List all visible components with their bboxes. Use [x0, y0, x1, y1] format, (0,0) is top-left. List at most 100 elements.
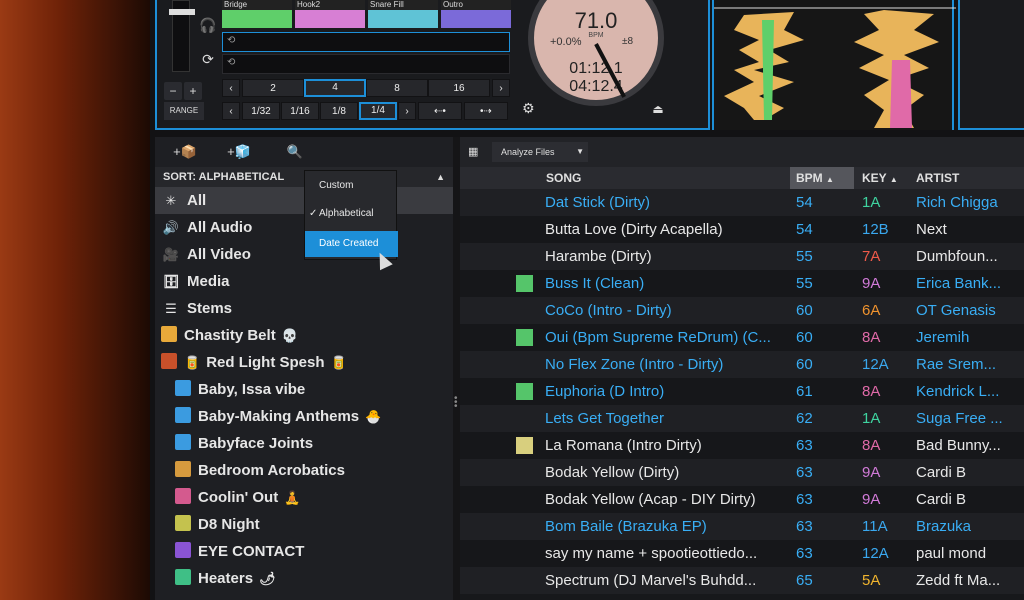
- crate-box-icon: [161, 326, 177, 342]
- track-color-marker: [516, 275, 533, 292]
- search-icon[interactable]: 🔍: [275, 140, 315, 164]
- crate-item[interactable]: Babyface Joints: [155, 430, 453, 457]
- table-row[interactable]: Buss It (Clean) 55 9A Erica Bank...: [460, 270, 1024, 297]
- track-key: 8A: [862, 383, 881, 400]
- pitch-minus-button[interactable]: −: [164, 82, 182, 100]
- saved-loop-slot-2[interactable]: ⟲: [222, 54, 510, 74]
- table-row[interactable]: Oui (Bpm Supreme ReDrum) (C... 60 8A Jeremi…: [460, 324, 1024, 351]
- track-song: Butta Love (Dirty Acapella): [545, 221, 723, 238]
- table-row[interactable]: Dat Stick (Dirty) 54 1A Rich Chigga: [460, 189, 1024, 216]
- track-artist: Rae Srem...: [916, 356, 997, 373]
- table-row[interactable]: Bodak Yellow (Dirty) 63 9A Cardi B: [460, 459, 1024, 486]
- table-row[interactable]: Bodak Yellow (Acap - DIY Dirty) 63 9A Cardi…: [460, 486, 1024, 513]
- pitch-plus-button[interactable]: +: [184, 82, 202, 100]
- sort-option-custom[interactable]: Custom: [305, 173, 398, 199]
- track-song: Oui (Bpm Supreme ReDrum) (C...: [545, 329, 771, 346]
- loop-size-2[interactable]: 2: [242, 79, 304, 97]
- table-row[interactable]: Harambe (Dirty) 55 7A Dumbfoun...: [460, 243, 1024, 270]
- saved-loop-slot-1[interactable]: ⟲: [222, 32, 510, 52]
- table-row[interactable]: La Romana (Intro Dirty) 63 8A Bad Bunny...: [460, 432, 1024, 459]
- pitch-fader[interactable]: [169, 0, 195, 72]
- platter-remaining-time: 04:12.4: [569, 78, 623, 95]
- beatjump-forward-button[interactable]: •⇢: [464, 102, 508, 120]
- track-key: 6A: [862, 302, 881, 319]
- beat-size-1-4[interactable]: 1/4: [359, 102, 397, 120]
- hotcue-4[interactable]: Outro: [441, 0, 511, 30]
- crate-item[interactable]: 🥫 Red Light Spesh 🥫: [155, 349, 453, 376]
- range-button[interactable]: RANGE: [164, 102, 204, 120]
- beat-size-1-8[interactable]: 1/8: [320, 102, 358, 120]
- table-row[interactable]: say my name + spootieottiedo... 63 12A paul…: [460, 540, 1024, 567]
- loop-size-next-button[interactable]: ›: [492, 79, 510, 97]
- track-bpm: 63: [796, 464, 813, 481]
- skull-icon: 💀: [281, 328, 298, 343]
- crate-item[interactable]: Baby, Issa vibe: [155, 376, 453, 403]
- column-bpm[interactable]: BPM ▲: [790, 167, 854, 189]
- track-panel: ▦ Analyze Files ▼ SONG BPM ▲ KEY ▲ ARTIS…: [460, 137, 1024, 600]
- crate-item[interactable]: Coolin' Out 🧘: [155, 484, 453, 511]
- platter[interactable]: 71.0 BPM +0.0% ±8 01:12.1 04:12.4: [528, 0, 664, 106]
- column-artist[interactable]: ARTIST: [910, 167, 1024, 189]
- eject-icon[interactable]: ⏏: [648, 102, 668, 120]
- loop-size-8[interactable]: 8: [366, 79, 428, 97]
- chevron-down-icon[interactable]: ▼: [576, 142, 584, 162]
- track-bpm: 62: [796, 410, 813, 427]
- sort-label: SORT: ALPHABETICAL: [163, 171, 285, 183]
- column-key[interactable]: KEY ▲: [856, 167, 910, 189]
- crate-item[interactable]: Bedroom Acrobatics: [155, 457, 453, 484]
- waveform-display: [712, 0, 956, 130]
- track-key: 9A: [862, 275, 881, 292]
- table-row[interactable]: CoCo (Intro - Dirty) 60 6A OT Genasis: [460, 297, 1024, 324]
- beatjump-back-button[interactable]: ⇠•: [418, 102, 462, 120]
- analyze-files-label: Analyze Files: [501, 147, 555, 157]
- table-row[interactable]: Butta Love (Dirty Acapella) 54 12B Next: [460, 216, 1024, 243]
- crate-item[interactable]: EYE CONTACT: [155, 538, 453, 565]
- table-row[interactable]: Euphoria (D Intro) 61 8A Kendrick L...: [460, 378, 1024, 405]
- column-song[interactable]: SONG: [540, 167, 790, 189]
- analyze-files-button[interactable]: Analyze Files ▼: [492, 142, 588, 162]
- grid-view-icon[interactable]: ▦: [468, 145, 478, 158]
- beat-size-1-32[interactable]: 1/32: [242, 102, 280, 120]
- loop-icon[interactable]: ⟳: [197, 48, 219, 70]
- hotcue-3[interactable]: Snare Fill: [368, 0, 438, 30]
- deck-right: [958, 0, 1024, 130]
- loop-size-4[interactable]: 4: [304, 79, 366, 97]
- sort-menu: Custom ✓ Alphabetical Date Created: [304, 170, 398, 260]
- track-artist: Zedd ft Ma...: [916, 572, 1001, 589]
- panel-splitter[interactable]: • • •: [453, 137, 460, 600]
- sort-option-alphabetical[interactable]: ✓ Alphabetical: [305, 201, 398, 227]
- crate-item[interactable]: Baby-Making Anthems 🐣: [155, 403, 453, 430]
- headphone-icon[interactable]: 🎧: [197, 14, 219, 36]
- beat-size-1-16[interactable]: 1/16: [281, 102, 319, 120]
- hotcue-2[interactable]: Hook2: [295, 0, 365, 30]
- add-smart-crate-button[interactable]: +🧊: [219, 140, 259, 164]
- crate-item[interactable]: ☰ Stems: [155, 295, 453, 322]
- hotcue-1[interactable]: Bridge: [222, 0, 292, 30]
- table-row[interactable]: Spectrum (DJ Marvel's Buhdd... 65 5A Zedd f…: [460, 567, 1024, 594]
- caret-up-icon[interactable]: ▲: [436, 167, 445, 187]
- crate-item[interactable]: Heaters 🌶: [155, 565, 453, 592]
- table-row[interactable]: Bom Baile (Brazuka EP) 63 11A Brazuka: [460, 513, 1024, 540]
- add-crate-button[interactable]: +📦: [165, 140, 205, 164]
- waveform-svg: [714, 7, 956, 128]
- loop-size-16[interactable]: 16: [428, 79, 490, 97]
- track-bpm: 55: [796, 248, 813, 265]
- track-bpm: 65: [796, 572, 813, 589]
- beatjump-next-button[interactable]: ›: [398, 102, 416, 120]
- table-row[interactable]: Lets Get Together 62 1A Suga Free ...: [460, 405, 1024, 432]
- track-key: 9A: [862, 491, 881, 508]
- beatjump-prev-button[interactable]: ‹: [222, 102, 240, 120]
- table-row[interactable]: No Flex Zone (Intro - Dirty) 60 12A Rae Sre…: [460, 351, 1024, 378]
- crate-label: D8 Night: [198, 516, 260, 533]
- track-artist: paul mond: [916, 545, 987, 562]
- track-song: Bom Baile (Brazuka EP): [545, 518, 707, 535]
- loop-size-prev-button[interactable]: ‹: [222, 79, 240, 97]
- track-toolbar: ▦ Analyze Files ▼: [460, 137, 1024, 167]
- track-key: 1A: [862, 194, 881, 211]
- pitch-fader-cap[interactable]: [169, 9, 195, 15]
- sync-icon[interactable]: ⚙: [522, 100, 542, 120]
- hotcue-label: Bridge: [222, 0, 292, 10]
- crate-item[interactable]: D8 Night: [155, 511, 453, 538]
- crate-item[interactable]: 🗄 Media: [155, 268, 453, 295]
- crate-item[interactable]: Chastity Belt 💀: [155, 322, 453, 349]
